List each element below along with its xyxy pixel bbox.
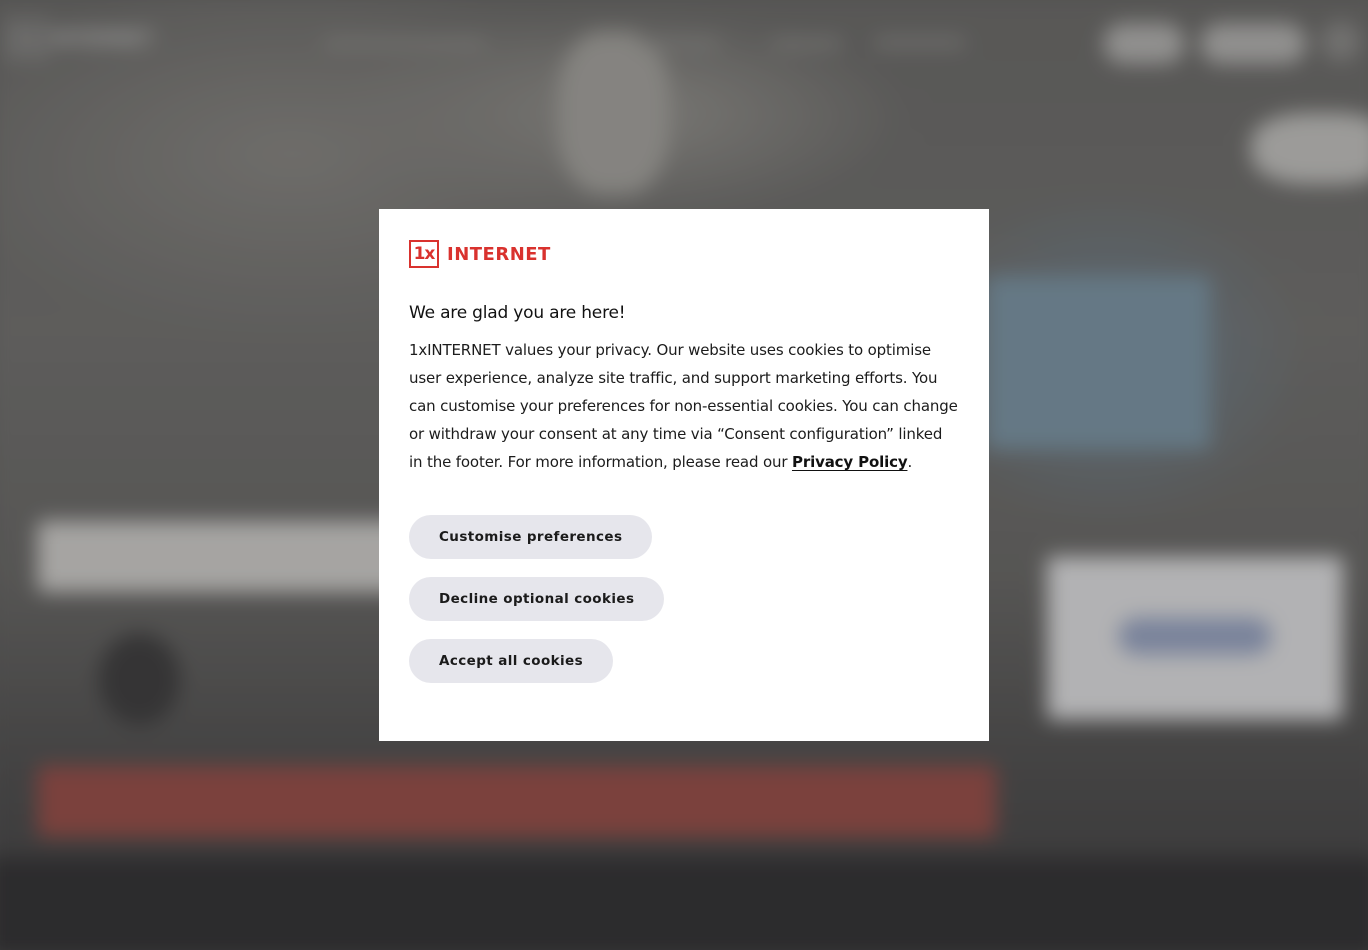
dialog-body-end: .: [907, 453, 913, 471]
brand-logo-mark: 1x: [409, 240, 439, 268]
privacy-policy-link[interactable]: Privacy Policy: [792, 453, 908, 471]
brand-logo-word: INTERNET: [447, 243, 551, 265]
accept-all-cookies-button[interactable]: Accept all cookies: [409, 639, 614, 683]
dialog-title: We are glad you are here!: [409, 303, 626, 323]
cookie-consent-dialog: 1x INTERNET We are glad you are here! 1x…: [379, 209, 989, 741]
dialog-body-text: 1xINTERNET values your privacy. Our webs…: [409, 341, 958, 471]
brand-logo: 1x INTERNET: [409, 239, 959, 269]
customise-preferences-button[interactable]: Customise preferences: [409, 515, 653, 559]
dialog-body: 1xINTERNET values your privacy. Our webs…: [409, 336, 959, 476]
consent-button-group: Customise preferences Decline optional c…: [409, 515, 959, 683]
decline-optional-cookies-button[interactable]: Decline optional cookies: [409, 577, 665, 621]
